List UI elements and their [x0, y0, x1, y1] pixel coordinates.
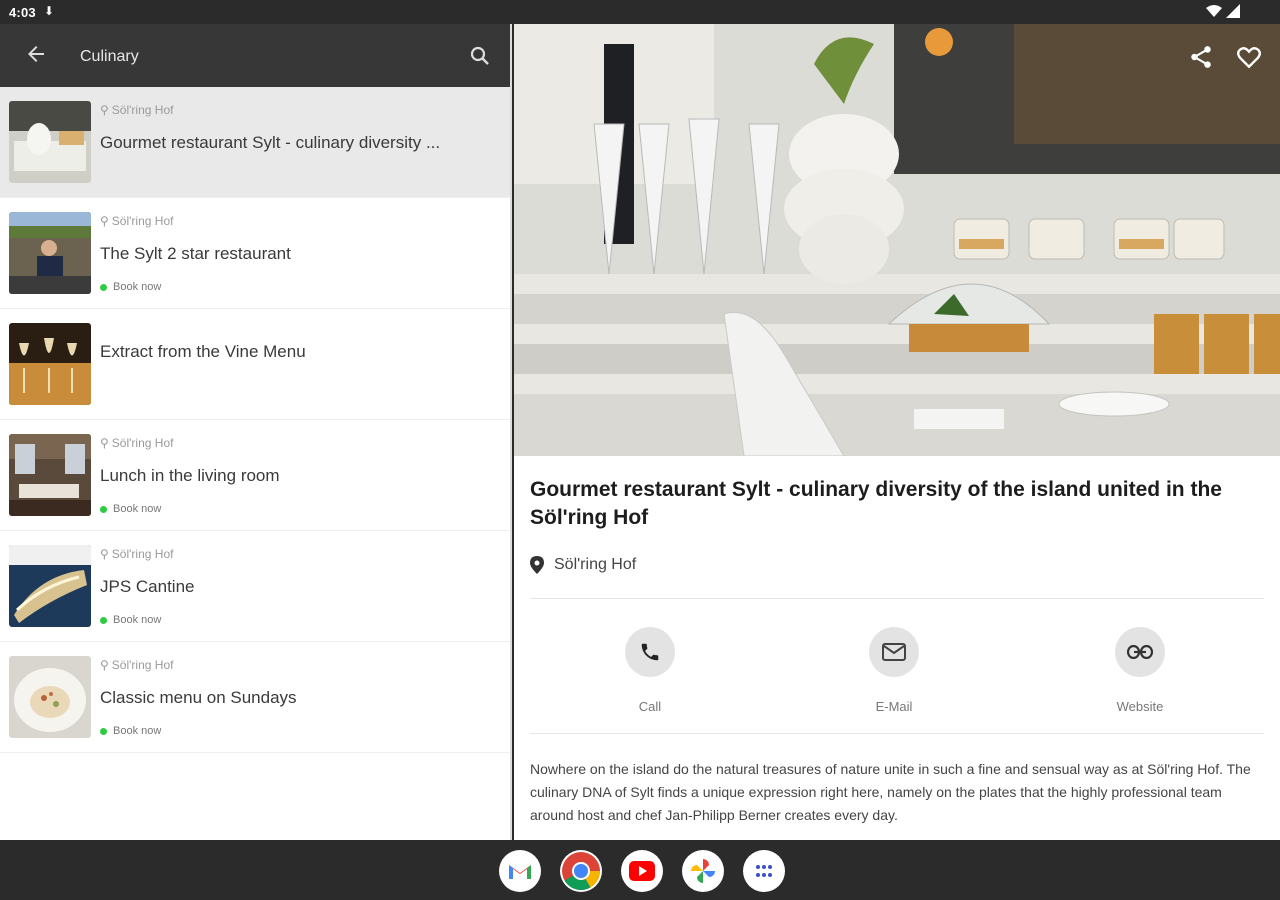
mail-icon [882, 643, 906, 661]
website-label: Website [1116, 699, 1164, 714]
app-toolbar: Culinary [0, 24, 510, 87]
location-pin-icon: ⚲ [100, 214, 109, 228]
item-location: ⚲ Söl'ring Hof [100, 214, 173, 228]
availability-dot [100, 616, 107, 624]
item-location: ⚲ Söl'ring Hof [100, 103, 173, 117]
thumbnail-image [9, 101, 91, 183]
location-pin-icon: ⚲ [100, 547, 109, 561]
item-title: Lunch in the living room [100, 466, 280, 485]
photos-app-icon[interactable] [682, 850, 724, 892]
status-bar: 4:03 ⬇ [0, 0, 1280, 24]
location-pin-icon [530, 556, 544, 574]
thumbnail-image [9, 545, 91, 627]
item-location-text: Söl'ring Hof [111, 547, 174, 561]
toolbar-title: Culinary [80, 48, 139, 65]
app-drawer-icon[interactable] [743, 850, 785, 892]
list-item[interactable]: ⚲ Söl'ring Hof Lunch in the living room B… [0, 420, 510, 531]
website-icon-circle [1115, 627, 1165, 677]
thumbnail-image [9, 656, 91, 738]
detail-description: Nowhere on the island do the natural tre… [530, 761, 1251, 823]
signal-icon [1226, 4, 1240, 18]
location-pin-icon: ⚲ [100, 436, 109, 450]
youtube-app-icon[interactable] [621, 850, 663, 892]
detail-location-text: Söl'ring Hof [554, 556, 637, 573]
location-pin-icon: ⚲ [100, 103, 109, 117]
wifi-icon [1206, 5, 1222, 17]
item-location: ⚲ Söl'ring Hof [100, 436, 173, 450]
call-icon-circle [625, 627, 675, 677]
website-button[interactable]: Website [1080, 627, 1200, 714]
availability-dot [100, 505, 107, 513]
item-location: ⚲ Söl'ring Hof [100, 547, 173, 561]
book-now-text: Book now [113, 503, 162, 515]
status-icons [1206, 4, 1240, 18]
detail-title: Gourmet restaurant Sylt - culinary diver… [530, 478, 1222, 529]
book-now-badge[interactable]: Book now [100, 614, 161, 626]
detail-location: Söl'ring Hof [530, 556, 636, 574]
divider [530, 733, 1264, 734]
email-label: E-Mail [875, 699, 913, 714]
status-time: 4:03 [9, 5, 36, 20]
phone-icon [641, 643, 659, 661]
share-icon[interactable] [1188, 44, 1214, 70]
book-now-text: Book now [113, 725, 162, 737]
chrome-app-icon[interactable] [560, 850, 602, 892]
download-icon: ⬇ [44, 4, 55, 18]
book-now-badge[interactable]: Book now [100, 503, 161, 515]
list-item[interactable]: ⚲ Söl'ring Hof Classic menu on Sundays Bo… [0, 642, 510, 753]
list-item[interactable]: ⚲ Söl'ring Hof The Sylt 2 star restaurant… [0, 198, 510, 309]
back-arrow-icon[interactable] [24, 42, 48, 66]
list-item[interactable]: Extract from the Vine Menu [0, 309, 510, 420]
call-button[interactable]: Call [590, 627, 710, 714]
item-title: Gourmet restaurant Sylt - culinary diver… [100, 133, 441, 152]
link-icon [1127, 645, 1153, 659]
email-icon-circle [869, 627, 919, 677]
item-location-text: Söl'ring Hof [111, 658, 174, 672]
list-item[interactable]: ⚲ Söl'ring Hof Gourmet restaurant Sylt - … [0, 87, 510, 198]
item-location-text: Söl'ring Hof [111, 103, 174, 117]
gmail-app-icon[interactable] [499, 850, 541, 892]
app-dock [499, 850, 785, 892]
location-pin-icon: ⚲ [100, 658, 109, 672]
thumbnail-image [9, 323, 91, 405]
item-title: Extract from the Vine Menu [100, 342, 306, 361]
list-pane: Culinary ⚲ Söl'ring Hof Gourmet restauran… [0, 24, 512, 840]
item-location: ⚲ Söl'ring Hof [100, 658, 173, 672]
hero-image [514, 24, 1280, 456]
call-label: Call [638, 699, 662, 714]
availability-dot [100, 283, 107, 291]
list-item[interactable]: ⚲ Söl'ring Hof JPS Cantine Book now [0, 531, 510, 642]
book-now-badge[interactable]: Book now [100, 725, 161, 737]
search-icon[interactable] [468, 44, 492, 68]
divider [530, 598, 1264, 599]
item-title: The Sylt 2 star restaurant [100, 244, 291, 263]
book-now-badge[interactable]: Book now [100, 281, 161, 293]
email-button[interactable]: E-Mail [834, 627, 954, 714]
item-title: JPS Cantine [100, 577, 195, 596]
item-location-text: Söl'ring Hof [111, 436, 174, 450]
thumbnail-image [9, 434, 91, 516]
availability-dot [100, 727, 107, 735]
favorite-heart-icon[interactable] [1236, 44, 1262, 70]
book-now-text: Book now [113, 614, 162, 626]
thumbnail-image [9, 212, 91, 294]
detail-pane: Gourmet restaurant Sylt - culinary diver… [514, 24, 1280, 840]
item-location-text: Söl'ring Hof [111, 214, 174, 228]
item-title: Classic menu on Sundays [100, 688, 297, 707]
taskbar [0, 840, 1280, 900]
book-now-text: Book now [113, 281, 162, 293]
